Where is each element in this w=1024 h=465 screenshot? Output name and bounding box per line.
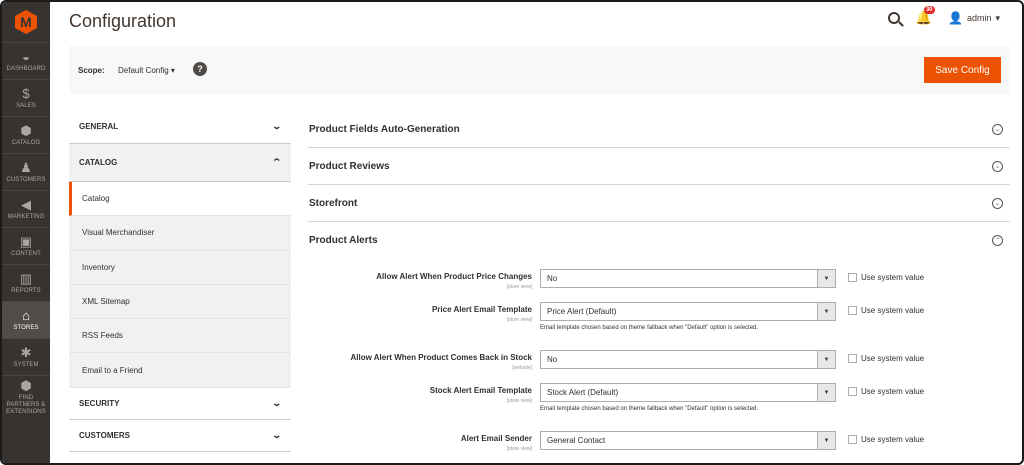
scope-label: Scope: <box>78 66 105 75</box>
tab-group-customers[interactable]: CUSTOMERS ⌄ <box>69 419 291 452</box>
expand-icon: ⌄ <box>992 160 1003 172</box>
search-icon[interactable] <box>887 12 900 24</box>
field-label: Price Alert Email Template <box>431 305 532 314</box>
menu-item-system[interactable]: ✱ SYSTEM <box>2 338 50 375</box>
tab-xml-sitemap[interactable]: XML Sitemap <box>69 285 291 320</box>
tab-rss-feeds[interactable]: RSS Feeds <box>69 319 291 354</box>
menu-item-stores[interactable]: ⌂ STORES <box>2 301 50 338</box>
dollar-icon: $ <box>22 85 30 101</box>
user-menu[interactable]: 👤 admin ▾ <box>948 11 1000 25</box>
megaphone-icon: ◀ <box>21 196 31 212</box>
chevron-up-icon: ⌃ <box>271 157 283 167</box>
header-actions: 🔔 30 👤 admin ▾ <box>887 6 1000 26</box>
checkbox[interactable] <box>848 354 857 363</box>
price-alert-template-select[interactable]: Price Alert (Default) ▼ <box>540 302 836 321</box>
field-scope: [store view] <box>506 446 532 452</box>
page-title: Configuration <box>69 11 177 31</box>
menu-item-customers[interactable]: ♟ CUSTOMERS <box>2 153 50 190</box>
tab-catalog[interactable]: Catalog <box>69 182 291 217</box>
chevron-down-icon: ⌄ <box>271 397 283 408</box>
menu-item-marketing[interactable]: ◀ MARKETING <box>2 190 50 227</box>
use-system-value[interactable]: Use system value <box>848 435 924 444</box>
notifications-badge: 30 <box>923 6 935 14</box>
use-system-value[interactable]: Use system value <box>848 306 924 315</box>
field-label: Alert Email Sender <box>460 434 532 443</box>
use-system-value[interactable]: Use system value <box>848 387 924 396</box>
content-icon: ▣ <box>19 233 33 249</box>
menu-item-reports[interactable]: ▥ REPORTS <box>2 264 50 301</box>
collapse-icon: ⌃ <box>992 235 1003 246</box>
menu-item-catalog[interactable]: ⬢ CATALOG <box>2 116 50 153</box>
checkbox[interactable] <box>848 387 857 396</box>
tab-inventory[interactable]: Inventory <box>69 251 291 285</box>
menu-item-content[interactable]: ▣ CONTENT <box>2 227 50 264</box>
field-scope: [store view] <box>506 398 532 404</box>
admin-window: M ◒ DASHBOARD $ SALES ⬢ CATALOG ♟ CUSTOM… <box>0 0 1024 465</box>
chevron-down-icon: ⌄ <box>271 121 283 131</box>
dropdown-arrow-icon: ▼ <box>817 432 835 449</box>
chevron-down-icon: ⌄ <box>271 429 283 440</box>
use-system-value[interactable]: Use system value <box>848 273 924 282</box>
menu-item-sales[interactable]: $ SALES <box>2 79 50 116</box>
section-storefront[interactable]: Storefront ⌄ <box>308 185 1010 222</box>
expand-icon: ⌄ <box>992 197 1003 209</box>
checkbox[interactable] <box>848 273 857 282</box>
chevron-down-icon: ▾ <box>995 12 1000 23</box>
dashboard-icon: ◒ <box>22 48 30 64</box>
notifications-bell-icon[interactable]: 🔔 30 <box>916 6 935 26</box>
tab-visual-merchandiser[interactable]: Visual Merchandiser <box>69 216 291 251</box>
section-product-fields-auto-generation[interactable]: Product Fields Auto-Generation ⌄ <box>308 111 1010 148</box>
scope-switcher[interactable]: Default Config ▾ <box>118 66 175 75</box>
tab-group-catalog[interactable]: CATALOG ⌃ <box>69 144 291 182</box>
admin-menu: M ◒ DASHBOARD $ SALES ⬢ CATALOG ♟ CUSTOM… <box>2 2 50 463</box>
checkbox[interactable] <box>848 435 857 444</box>
menu-item-dashboard[interactable]: ◒ DASHBOARD <box>2 42 50 79</box>
bar-chart-icon: ▥ <box>19 270 33 286</box>
magento-logo[interactable]: M <box>2 2 50 42</box>
field-scope: [website] <box>512 365 532 371</box>
section-product-reviews[interactable]: Product Reviews ⌄ <box>308 148 1010 185</box>
dropdown-arrow-icon: ▼ <box>817 384 835 401</box>
checkbox[interactable] <box>848 306 857 315</box>
gear-icon: ✱ <box>20 344 32 360</box>
field-note: Email template chosen based on theme fal… <box>540 325 759 331</box>
stock-alert-template-select[interactable]: Stock Alert (Default) ▼ <box>540 383 836 402</box>
user-name: admin <box>966 13 992 23</box>
config-content: Product Fields Auto-Generation ⌄ Product… <box>308 111 1010 452</box>
field-scope: [store view] <box>506 317 532 323</box>
field-label: Allow Alert When Product Comes Back in S… <box>350 353 532 362</box>
dropdown-arrow-icon: ▼ <box>817 351 835 368</box>
dropdown-arrow-icon: ▼ <box>817 270 835 287</box>
field-label: Stock Alert Email Template <box>429 386 532 395</box>
stock-alert-select[interactable]: No ▼ <box>540 350 836 369</box>
user-icon: 👤 <box>948 11 963 25</box>
price-alert-select[interactable]: No ▼ <box>540 269 836 288</box>
field-note: Email template chosen based on theme fal… <box>540 406 759 412</box>
tab-email-to-a-friend[interactable]: Email to a Friend <box>69 353 291 388</box>
field-scope: [store view] <box>506 284 532 290</box>
menu-item-partners[interactable]: ⬢ FIND PARTNERS & EXTENSIONS <box>2 375 50 419</box>
store-icon: ⌂ <box>22 307 30 323</box>
save-config-button[interactable]: Save Config <box>924 57 1001 83</box>
field-label: Allow Alert When Product Price Changes <box>376 272 532 281</box>
use-system-value[interactable]: Use system value <box>848 354 924 363</box>
scope-bar: Scope: Default Config ▾ ? Save Config <box>69 46 1009 94</box>
expand-icon: ⌄ <box>992 123 1003 135</box>
help-icon[interactable]: ? <box>193 62 207 76</box>
section-product-alerts[interactable]: Product Alerts ⌃ <box>308 222 1010 259</box>
alert-email-sender-select[interactable]: General Contact ▼ <box>540 431 836 450</box>
person-icon: ♟ <box>20 159 32 175</box>
tab-group-security[interactable]: SECURITY ⌄ <box>69 387 291 420</box>
catalog-tab-items: Catalog Visual Merchandiser Inventory XM… <box>69 182 291 388</box>
config-tabs: GENERAL ⌄ CATALOG ⌃ Catalog Visual Merch… <box>69 110 291 452</box>
cube-icon: ⬢ <box>20 122 32 138</box>
tab-group-general[interactable]: GENERAL ⌄ <box>69 110 291 144</box>
dropdown-arrow-icon: ▼ <box>817 303 835 320</box>
extensions-icon: ⬢ <box>20 378 32 393</box>
